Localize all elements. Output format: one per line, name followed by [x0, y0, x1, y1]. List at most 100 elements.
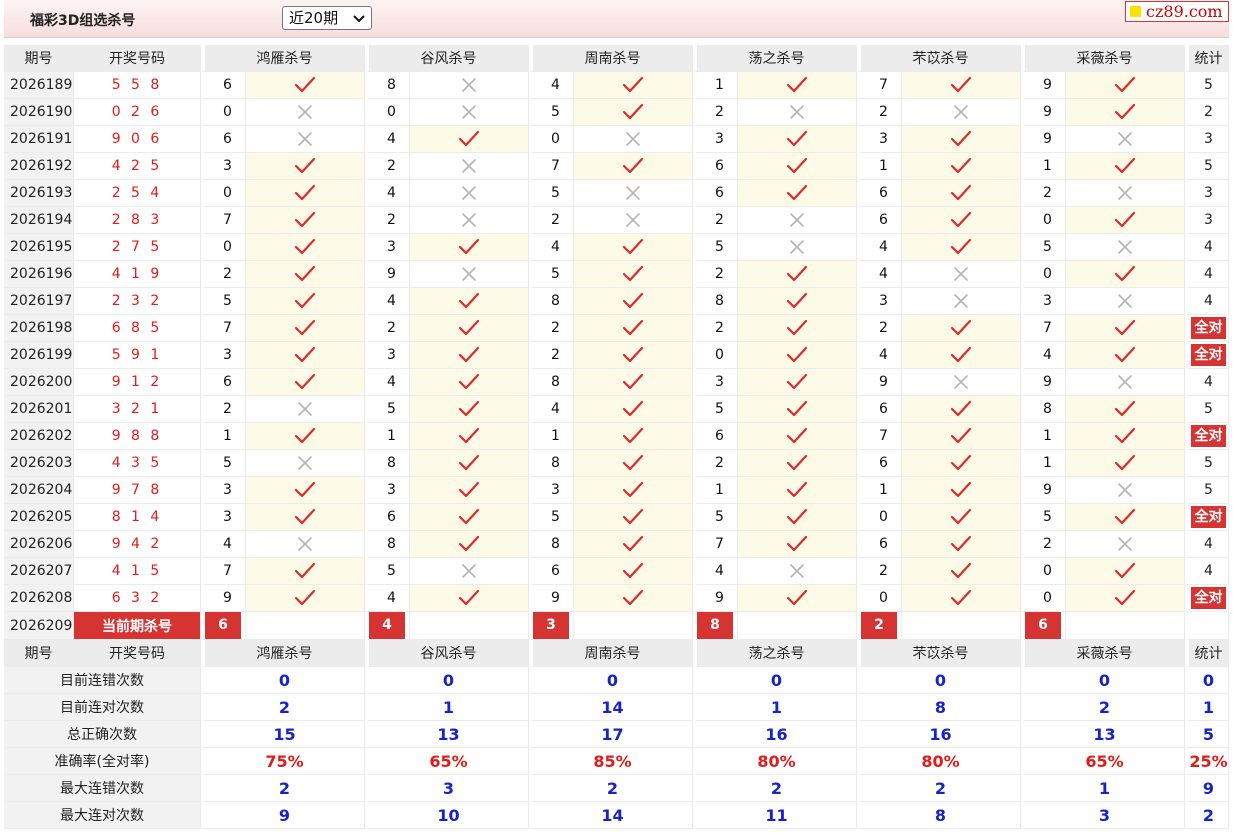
issue-number: 2026191: [4, 126, 74, 153]
row-stat: 全对: [1185, 315, 1229, 342]
result-mark: [574, 369, 693, 396]
kill-number: 5: [365, 396, 410, 423]
kill-number: 5: [529, 261, 574, 288]
kill-number: 0: [857, 504, 902, 531]
issue-number: 2026193: [4, 180, 74, 207]
cross-icon: [789, 104, 805, 120]
cross-icon: [789, 563, 805, 579]
draw-number: 2 3 2: [74, 288, 201, 315]
kill-number: 3: [201, 504, 246, 531]
result-mark: [246, 558, 365, 585]
summary-label: 目前连错次数: [4, 667, 201, 694]
result-mark: [246, 261, 365, 288]
kill-number: 6: [201, 369, 246, 396]
table-row: 2026198 6 8 5 7 2 2 2 2 7 全对: [4, 315, 1229, 342]
summary-stat: 5: [1185, 721, 1229, 748]
kill-number: 8: [529, 531, 574, 558]
check-icon: [786, 265, 808, 282]
issue-number: 2026192: [4, 153, 74, 180]
kill-number: 1: [693, 477, 738, 504]
period-select[interactable]: 近20期: [282, 6, 372, 30]
result-mark: [574, 450, 693, 477]
cross-icon: [1117, 374, 1133, 390]
col-expert-1: 谷风杀号: [365, 640, 529, 667]
result-mark: [1066, 558, 1185, 585]
draw-number: 9 1 2: [74, 369, 201, 396]
check-icon: [1114, 508, 1136, 525]
cross-icon: [297, 455, 313, 471]
kill-number: 6: [693, 180, 738, 207]
draw-number: 8 1 4: [74, 504, 201, 531]
kill-number: 3: [857, 288, 902, 315]
kill-number: 4: [857, 234, 902, 261]
cross-icon: [1117, 131, 1133, 147]
cross-icon: [461, 266, 477, 282]
brand-logo[interactable]: cz89.com: [1125, 1, 1229, 22]
result-mark: [574, 99, 693, 126]
kill-number: 5: [201, 288, 246, 315]
kill-number: 9: [1021, 477, 1066, 504]
kill-number: 7: [201, 315, 246, 342]
result-mark: [902, 153, 1021, 180]
row-stat: 4: [1185, 288, 1229, 315]
kill-number: 0: [365, 99, 410, 126]
check-icon: [950, 508, 972, 525]
check-icon: [1114, 346, 1136, 363]
draw-number: 5 9 1: [74, 342, 201, 369]
result-mark: [902, 288, 1021, 315]
result-mark: [902, 558, 1021, 585]
col-expert-4: 芣苡杀号: [857, 640, 1021, 667]
check-icon: [622, 103, 644, 120]
check-icon: [294, 346, 316, 363]
col-stat: 统计: [1185, 45, 1229, 72]
summary-value: 10: [365, 802, 529, 829]
cross-icon: [953, 293, 969, 309]
kill-number: 4: [857, 342, 902, 369]
kill-number: 0: [857, 585, 902, 612]
table-row: 2026196 4 1 92952404: [4, 261, 1229, 288]
summary-value: 16: [857, 721, 1021, 748]
kill-number: 8: [693, 288, 738, 315]
all-correct-badge: 全对: [1191, 344, 1226, 366]
row-stat: 5: [1185, 477, 1229, 504]
check-icon: [294, 238, 316, 255]
result-mark: [246, 531, 365, 558]
kill-number: 5: [1021, 504, 1066, 531]
col-expert-3: 荡之杀号: [693, 640, 857, 667]
row-stat: 全对: [1185, 504, 1229, 531]
result-mark: [738, 315, 857, 342]
kill-number: 8: [365, 450, 410, 477]
check-icon: [458, 373, 480, 390]
kill-number-table: 期号 开奖号码 鸿雁杀号 谷风杀号 周南杀号 荡之杀号 芣苡杀号 采薇杀号 统计 2026189…: [4, 45, 1229, 829]
issue-number: 2026197: [4, 288, 74, 315]
check-icon: [294, 157, 316, 174]
check-icon: [458, 400, 480, 417]
kill-number: 2: [693, 315, 738, 342]
kill-number: 8: [365, 531, 410, 558]
kill-number: 6: [201, 72, 246, 99]
table-row: 2026204 9 7 83331195: [4, 477, 1229, 504]
result-mark: [246, 126, 365, 153]
summary-row: 最大连对次数 9 10 14 11 8 3 2: [4, 802, 1229, 829]
summary-value: 13: [365, 721, 529, 748]
cross-icon: [953, 374, 969, 390]
summary-label: 最大连对次数: [4, 802, 201, 829]
result-mark: [410, 585, 529, 612]
draw-number: 2 5 4: [74, 180, 201, 207]
result-mark: [574, 423, 693, 450]
row-stat: 全对: [1185, 342, 1229, 369]
summary-value: 14: [529, 802, 693, 829]
result-mark: [1066, 234, 1185, 261]
kill-number: 9: [693, 585, 738, 612]
kill-number: 1: [1021, 423, 1066, 450]
top-header-row: 期号 开奖号码 鸿雁杀号 谷风杀号 周南杀号 荡之杀号 芣苡杀号 采薇杀号 统计: [4, 45, 1229, 72]
cross-icon: [625, 212, 641, 228]
kill-number: 5: [693, 504, 738, 531]
table-row: 2026192 4 2 53 2 7 6 1 1 5: [4, 153, 1229, 180]
result-mark: [246, 450, 365, 477]
draw-number: 5 5 8: [74, 72, 201, 99]
result-mark: [738, 288, 857, 315]
result-mark: [1066, 450, 1185, 477]
kill-number: 9: [529, 585, 574, 612]
summary-row: 总正确次数 15 13 17 16 16 13 5: [4, 721, 1229, 748]
